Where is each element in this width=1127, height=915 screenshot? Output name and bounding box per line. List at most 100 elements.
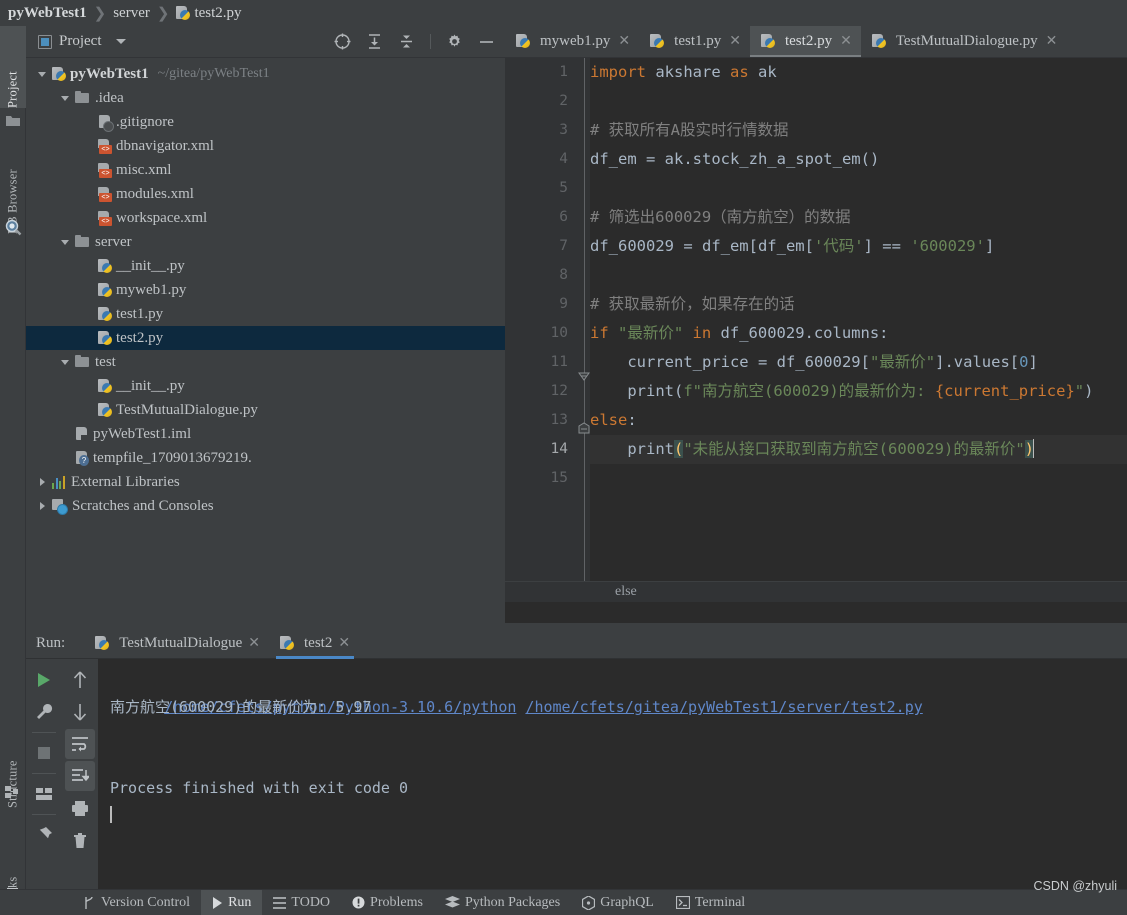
tree-item[interactable]: __init__.py (26, 254, 505, 278)
tree-item[interactable]: test2.py (26, 326, 505, 350)
scratches-icon (52, 499, 68, 515)
chevron-down-icon[interactable] (36, 68, 49, 81)
status-item-graphql[interactable]: GraphQL (571, 890, 665, 915)
status-item-python-packages[interactable]: Python Packages (434, 890, 571, 915)
hide-icon[interactable] (478, 33, 495, 50)
iml-icon (75, 426, 89, 442)
close-icon[interactable]: ✕ (840, 33, 852, 50)
collapse-all-icon[interactable] (398, 33, 415, 50)
run-tab-testmutualdialogue[interactable]: TestMutualDialogue ✕ (85, 628, 270, 659)
trash-icon[interactable] (65, 825, 95, 855)
run-tab-test2[interactable]: test2 ✕ (270, 628, 360, 659)
code-editor[interactable]: 1 2 3 4 5 6 7 8 9 10 11 12 13 14 15 import akshare as … (505, 58, 1127, 602)
chevron-right-icon[interactable] (36, 500, 49, 513)
close-icon[interactable]: ✕ (1046, 33, 1058, 50)
code-token: '600029' (910, 237, 985, 255)
code-content[interactable]: import akshare as ak # 获取所有A股实时行情数据 df_em… (590, 58, 1127, 602)
code-token: "未能从接口获取到南方航空(600029)的最新价" (683, 440, 1025, 458)
editor-tab-testmutualdialogue-py[interactable]: TestMutualDialogue.py ✕ (861, 26, 1067, 57)
gitignore-icon (98, 114, 114, 132)
fold-end-icon[interactable] (578, 422, 590, 434)
code-folding-column[interactable] (578, 58, 590, 602)
breadcrumb-item-0[interactable]: pyWebTest1 (8, 5, 87, 22)
python-file-icon (760, 34, 775, 49)
fold-collapse-icon[interactable] (578, 372, 590, 384)
tree-item-label: External Libraries (71, 473, 180, 490)
close-icon[interactable]: ✕ (248, 635, 260, 652)
chevron-down-icon[interactable] (59, 236, 72, 249)
console-link-script[interactable]: /home/cfets/gitea/pyWebTest1/server/test… (525, 698, 922, 716)
editor-tab-test1-py[interactable]: test1.py ✕ (639, 26, 750, 57)
python-file-icon (98, 258, 112, 274)
branch-icon (83, 896, 96, 910)
scroll-to-end-icon[interactable] (65, 761, 95, 791)
tree-item[interactable]: Scratches and Consoles (26, 494, 505, 518)
status-bar: Version Control Run TODO Problems Python… (0, 889, 1127, 915)
editor-tab-test2-py[interactable]: test2.py ✕ (749, 26, 861, 57)
status-item-terminal[interactable]: Terminal (665, 890, 756, 915)
line-number: 11 (550, 354, 568, 370)
wrench-settings-icon[interactable] (29, 697, 59, 727)
tree-item[interactable]: pyWebTest1 ~/gitea/pyWebTest1 (26, 62, 505, 86)
tree-item-path: ~/gitea/pyWebTest1 (157, 66, 270, 81)
close-icon[interactable]: ✕ (729, 33, 741, 50)
console-output[interactable]: /home/cfets/python/Python-3.10.6/python … (98, 659, 1127, 889)
breadcrumb-item-2[interactable]: test2.py (176, 5, 242, 22)
close-icon[interactable]: ✕ (338, 635, 350, 652)
python-file-icon (650, 34, 665, 49)
sidebar-item-project[interactable]: Project (0, 26, 26, 108)
tree-item[interactable]: __init__.py (26, 374, 505, 398)
tree-item[interactable]: tempfile_1709013679219. (26, 446, 505, 470)
chevron-down-icon[interactable] (115, 39, 126, 44)
status-item-version-control[interactable]: Version Control (72, 890, 201, 915)
tree-item-label: dbnavigator.xml (116, 137, 214, 154)
tree-item[interactable]: TestMutualDialogue.py (26, 398, 505, 422)
up-arrow-icon[interactable] (65, 665, 95, 695)
run-toolbar-left-column (26, 659, 62, 889)
tree-item[interactable]: server (26, 230, 505, 254)
settings-gear-icon[interactable] (446, 33, 463, 50)
expand-all-icon[interactable] (366, 33, 383, 50)
code-line: # 筛选出600029（南方航空）的数据 (590, 203, 1127, 232)
chevron-down-icon[interactable] (59, 356, 72, 369)
tree-item[interactable]: myweb1.py (26, 278, 505, 302)
breadcrumb-separator-icon: ❯ (93, 5, 107, 22)
line-number: 14 (550, 441, 568, 457)
chevron-right-icon[interactable] (36, 476, 49, 489)
tree-item[interactable]: misc.xml (26, 158, 505, 182)
project-tree[interactable]: pyWebTest1 ~/gitea/pyWebTest1 .idea .gitign… (26, 58, 505, 621)
tree-item[interactable]: test1.py (26, 302, 505, 326)
select-opened-file-icon[interactable] (334, 33, 351, 50)
terminal-icon (675, 896, 690, 909)
tree-item[interactable]: External Libraries (26, 470, 505, 494)
tree-item[interactable]: workspace.xml (26, 206, 505, 230)
close-icon[interactable]: ✕ (618, 33, 630, 50)
pin-icon[interactable] (29, 820, 59, 850)
line-number: 2 (559, 93, 568, 109)
status-item-todo[interactable]: TODO (262, 890, 341, 915)
tree-item[interactable]: .idea (26, 86, 505, 110)
editor-tab-myweb1-py[interactable]: myweb1.py ✕ (505, 26, 639, 57)
layout-icon[interactable] (29, 779, 59, 809)
tree-item[interactable]: test (26, 350, 505, 374)
text-caret (1033, 439, 1035, 458)
stop-icon[interactable] (29, 738, 59, 768)
tree-item-label: myweb1.py (116, 281, 187, 298)
tree-item[interactable]: pyWebTest1.iml (26, 422, 505, 446)
run-tool-window: Run: TestMutualDialogue ✕ test2 ✕ /home/… (26, 628, 1127, 889)
tree-item[interactable]: .gitignore (26, 110, 505, 134)
status-item-run[interactable]: Run (201, 889, 263, 915)
soft-wrap-icon[interactable] (65, 729, 95, 759)
tree-item[interactable]: dbnavigator.xml (26, 134, 505, 158)
print-icon[interactable] (65, 793, 95, 823)
status-item-problems[interactable]: Problems (341, 890, 434, 915)
toolbar-divider (430, 34, 431, 49)
tree-item[interactable]: modules.xml (26, 182, 505, 206)
rerun-icon[interactable] (29, 665, 59, 695)
down-arrow-icon[interactable] (65, 697, 95, 727)
breadcrumb-item-1[interactable]: server (113, 5, 150, 22)
chevron-down-icon[interactable] (59, 92, 72, 105)
editor-tab-bar: myweb1.py ✕ test1.py ✕ test2.py ✕ TestMutualDi… (505, 26, 1127, 58)
